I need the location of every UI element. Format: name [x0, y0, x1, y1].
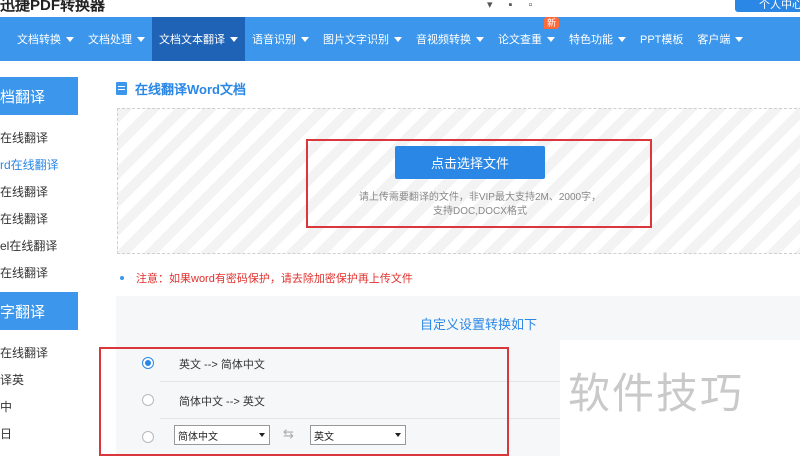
sidebar-item-excel-translate[interactable]: el在线翻译	[0, 237, 57, 254]
nav-item-label: 图片文字识别	[323, 34, 389, 46]
user-center-button[interactable]: 个人中心	[735, 0, 800, 12]
notice-text: 注意：如果word有密码保护，请去除加密保护再上传文件	[136, 273, 413, 285]
new-badge: 新	[543, 17, 559, 29]
nav-item-1[interactable]: 文档处理	[81, 17, 152, 61]
nav-item-7[interactable]: 特色功能	[562, 17, 633, 61]
sidebar-item-html-translate[interactable]: 在线翻译	[0, 264, 48, 281]
qr-icon[interactable]: ▫	[528, 0, 548, 11]
nav-item-0[interactable]: 文档转换	[10, 17, 81, 61]
page-title: 在线翻译Word文档	[135, 82, 246, 97]
password-notice: 注意：如果word有密码保护，请去除加密保护再上传文件	[120, 270, 413, 286]
nav-item-label: 语音识别	[252, 34, 296, 46]
app-icon[interactable]: ▪	[509, 0, 529, 11]
chevron-down-icon	[230, 36, 238, 42]
chevron-down-icon	[735, 36, 744, 42]
nav-item-5[interactable]: 音视频转换	[409, 17, 491, 61]
sidebar: 档翻译 在线翻译 rd在线翻译 在线翻译 在线翻译 el在线翻译 在线翻译 字翻…	[0, 61, 78, 456]
chevron-down-icon	[618, 36, 626, 42]
chevron-down-icon	[66, 36, 74, 42]
sidebar-item-zh-ja[interactable]: 日	[0, 425, 12, 442]
chevron-down-icon	[301, 36, 309, 42]
nav-item-label: 客户端	[697, 34, 731, 46]
watermark-text: 软件技巧	[568, 369, 745, 418]
sidebar-item-zh-en[interactable]: 译英	[0, 371, 24, 388]
phone-icon[interactable]: ▾	[487, 0, 509, 11]
nav-item-label: 文档转换	[17, 34, 61, 46]
sidebar-item-pdf-translate[interactable]: 在线翻译	[0, 129, 48, 146]
sidebar-item-ppt-translate[interactable]: 在线翻译	[0, 183, 48, 200]
chevron-down-icon	[394, 36, 402, 42]
site-logo[interactable]: 迅捷PDF转换器	[0, 0, 105, 15]
nav-item-3[interactable]: 语音识别	[245, 17, 316, 61]
nav-item-label: 文档文本翻译	[159, 34, 225, 46]
highlight-box-options	[99, 347, 509, 456]
nav-item-label: 文档处理	[88, 34, 132, 46]
sidebar-item-text-online[interactable]: 在线翻译	[0, 344, 48, 361]
sidebar-section-doc-translate[interactable]: 档翻译	[0, 77, 78, 115]
chevron-down-icon	[547, 36, 555, 42]
sidebar-item-en-zh[interactable]: 中	[0, 398, 12, 415]
sidebar-item-word-translate[interactable]: rd在线翻译	[0, 156, 59, 173]
highlight-box-upload	[306, 139, 652, 228]
nav-item-label: PPT模板	[640, 34, 684, 46]
document-icon	[116, 82, 127, 95]
nav-item-8[interactable]: PPT模板	[633, 17, 690, 61]
nav-item-label: 音视频转换	[416, 34, 471, 46]
sidebar-item-txt-translate[interactable]: 在线翻译	[0, 210, 48, 227]
chevron-down-icon	[137, 36, 145, 42]
chevron-down-icon	[476, 36, 484, 42]
top-strip: 迅捷PDF转换器 ▾▪▫ 个人中心	[0, 0, 800, 17]
main-nav: 文档转换 文档处理 文档文本翻译 语音识别 图片文字识别 音视频转换 论文查重新特色功能 PP…	[0, 17, 800, 61]
nav-item-label: 论文查重	[498, 34, 542, 46]
nav-item-label: 特色功能	[569, 34, 613, 46]
nav-item-4[interactable]: 图片文字识别	[316, 17, 409, 61]
settings-title: 自定义设置转换如下	[419, 317, 537, 332]
nav-item-6[interactable]: 论文查重新	[491, 17, 562, 61]
sidebar-section-text-translate[interactable]: 字翻译	[0, 292, 78, 330]
header-icons: ▾▪▫	[487, 0, 548, 11]
nav-item-9[interactable]: 客户端	[690, 17, 750, 61]
bullet-icon	[120, 276, 124, 280]
nav-item-2[interactable]: 文档文本翻译	[152, 17, 245, 61]
page-heading: 在线翻译Word文档	[116, 79, 246, 98]
